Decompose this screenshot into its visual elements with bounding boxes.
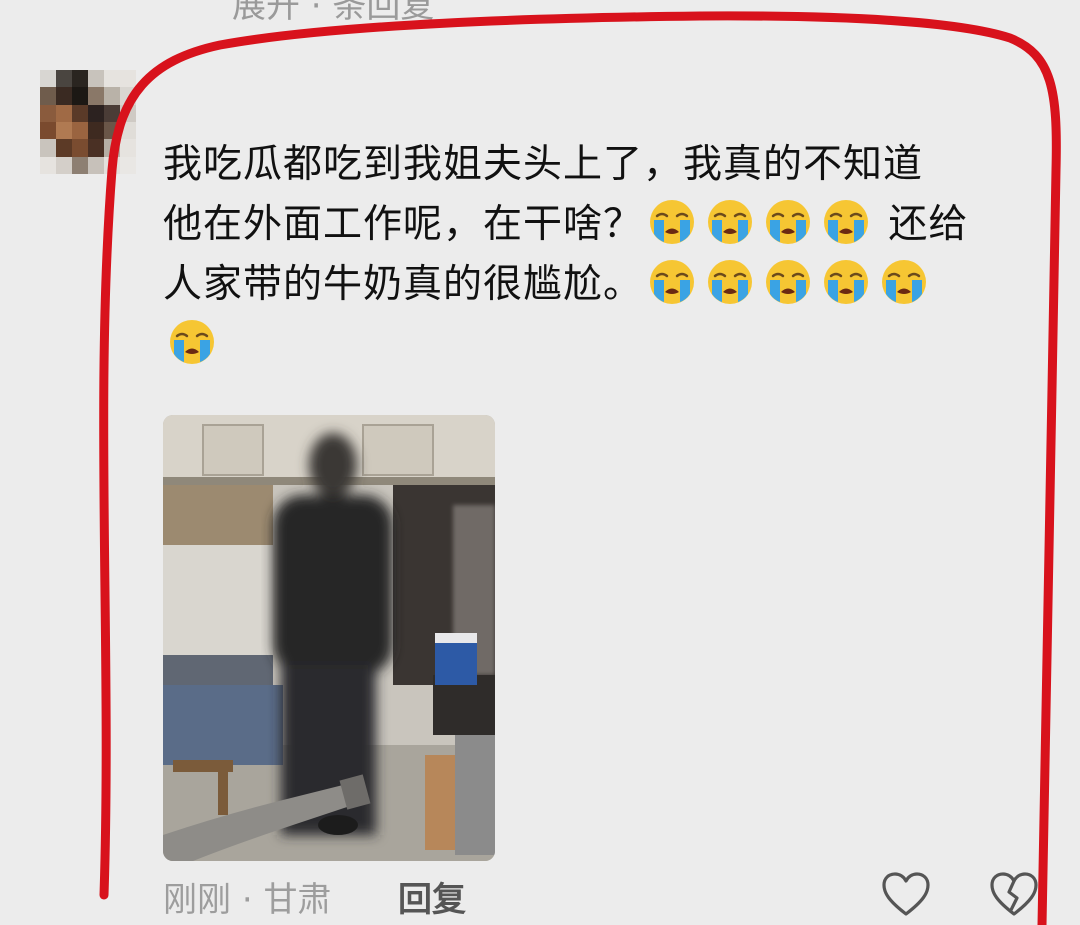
avatar-pixel [72, 122, 88, 140]
avatar-pixel [40, 104, 56, 122]
avatar-pixel [56, 139, 72, 157]
comment-line-text: 人家带的牛奶真的很尴尬。 [163, 262, 644, 307]
avatar-pixel [104, 70, 120, 88]
collapsed-replies-link[interactable]: 展开 · 条回复 [232, 0, 434, 27]
heart-outline-icon[interactable] [881, 872, 931, 918]
comment-line: 他在外面工作呢，在干啥？ 还给 [163, 195, 1043, 255]
comment-line-text: 我吃瓜都吃到我姐夫头上了，我真的不知道 [163, 142, 924, 187]
emoji-row [643, 260, 933, 307]
comment-line: 人家带的牛奶真的很尴尬。 [163, 255, 1043, 315]
avatar-pixel [104, 104, 120, 122]
loudly-crying-face-icon [766, 260, 811, 304]
comment-line [163, 315, 1043, 375]
avatar-pixel [120, 122, 136, 140]
loudly-crying-face-icon [170, 320, 214, 364]
avatar-pixel [88, 122, 104, 140]
avatar-pixel [56, 87, 72, 105]
avatar-pixel [104, 156, 120, 174]
comment-line: 我吃瓜都吃到我姐夫头上了，我真的不知道 [163, 135, 1043, 195]
avatar-pixel [120, 156, 136, 174]
avatar-pixel [120, 70, 136, 88]
avatar-pixel [88, 156, 104, 174]
comment-location: 甘肃 [263, 880, 332, 920]
avatar-pixel [88, 139, 104, 157]
avatar-pixel [88, 70, 104, 88]
avatar-pixel [72, 156, 88, 174]
loudly-crying-face-icon [824, 260, 869, 304]
comment-text: 我吃瓜都吃到我姐夫头上了，我真的不知道 他在外面工作呢，在干啥？ 还给 人家带的… [163, 135, 1043, 375]
avatar-pixel [72, 139, 88, 157]
avatar-pixel [40, 70, 56, 88]
emoji-row [643, 200, 875, 247]
emoji-row [163, 320, 221, 367]
loudly-crying-face-icon [824, 200, 869, 244]
loudly-crying-face-icon [766, 200, 811, 244]
avatar-pixel [40, 139, 56, 157]
avatar-pixel [40, 156, 56, 174]
reply-button[interactable]: 回复 [398, 872, 466, 921]
loudly-crying-face-icon [708, 200, 753, 244]
avatar-pixel [104, 87, 120, 105]
avatar-pixel [72, 70, 88, 88]
comment-meta: 刚刚 · 甘肃 [163, 872, 331, 921]
avatar-pixel [120, 87, 136, 105]
avatar-pixel [40, 87, 56, 105]
avatar[interactable] [40, 70, 136, 174]
avatar-pixel [120, 139, 136, 157]
loudly-crying-face-icon [650, 200, 695, 244]
avatar-pixel [56, 156, 72, 174]
comment-time: 刚刚 [163, 880, 231, 920]
broken-heart-icon[interactable] [989, 872, 1039, 918]
loudly-crying-face-icon [650, 260, 695, 304]
avatar-pixel [120, 104, 136, 122]
comment-line-tail: 还给 [875, 202, 969, 247]
meta-separator: · [241, 880, 253, 920]
avatar-pixel [104, 139, 120, 157]
avatar-pixel [104, 122, 120, 140]
avatar-pixel [56, 104, 72, 122]
avatar-pixel [88, 87, 104, 105]
loudly-crying-face-icon [708, 260, 753, 304]
loudly-crying-face-icon [882, 260, 927, 304]
avatar-pixel [56, 70, 72, 88]
comment-photo[interactable] [163, 415, 495, 861]
comment-line-text: 他在外面工作呢，在干啥？ [163, 202, 644, 247]
avatar-pixel [40, 122, 56, 140]
avatar-pixel [88, 104, 104, 122]
avatar-pixel [56, 122, 72, 140]
avatar-pixel [72, 87, 88, 105]
avatar-pixel [72, 104, 88, 122]
